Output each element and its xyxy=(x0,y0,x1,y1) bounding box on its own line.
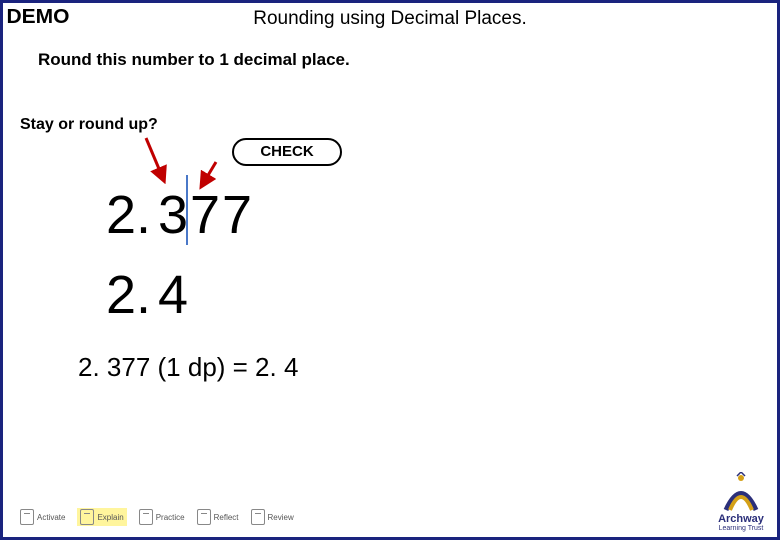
logo-sub: Learning Trust xyxy=(716,525,766,532)
footer-steps: Activate Explain Practice Reflect Review xyxy=(20,508,294,526)
doc-icon xyxy=(251,509,265,525)
doc-icon xyxy=(197,509,211,525)
rounded-dot: . xyxy=(136,264,152,326)
step-review: Review xyxy=(251,509,294,525)
hint-text: Stay or round up? xyxy=(20,116,158,134)
rounded-whole: 2 xyxy=(106,264,136,326)
step-explain: Explain xyxy=(77,508,126,526)
digit-whole: 2 xyxy=(106,184,136,246)
page-title: Rounding using Decimal Places. xyxy=(0,8,780,30)
digit-tenths: 3 xyxy=(158,184,190,246)
doc-icon xyxy=(20,509,34,525)
decimal-point: . xyxy=(136,184,152,246)
digit-hundredths: 7 xyxy=(190,184,222,246)
doc-icon xyxy=(80,509,94,525)
digit-thousandths: 7 xyxy=(222,184,254,246)
arch-icon xyxy=(716,472,766,512)
instruction-text: Round this number to 1 decimal place. xyxy=(38,50,350,70)
check-button[interactable]: CHECK xyxy=(232,138,342,166)
original-number: 2.377 xyxy=(106,184,254,246)
rounded-number: 2.4 xyxy=(106,264,190,326)
doc-icon xyxy=(139,509,153,525)
step-activate: Activate xyxy=(20,509,65,525)
logo-name: Archway xyxy=(716,514,766,525)
arrow-stay-icon xyxy=(140,134,170,184)
step-practice: Practice xyxy=(139,509,185,525)
step-reflect: Reflect xyxy=(197,509,239,525)
rounded-tenths: 4 xyxy=(158,264,190,326)
final-statement: 2. 377 (1 dp) = 2. 4 xyxy=(78,352,298,383)
archway-logo: Archway Learning Trust xyxy=(716,472,766,532)
